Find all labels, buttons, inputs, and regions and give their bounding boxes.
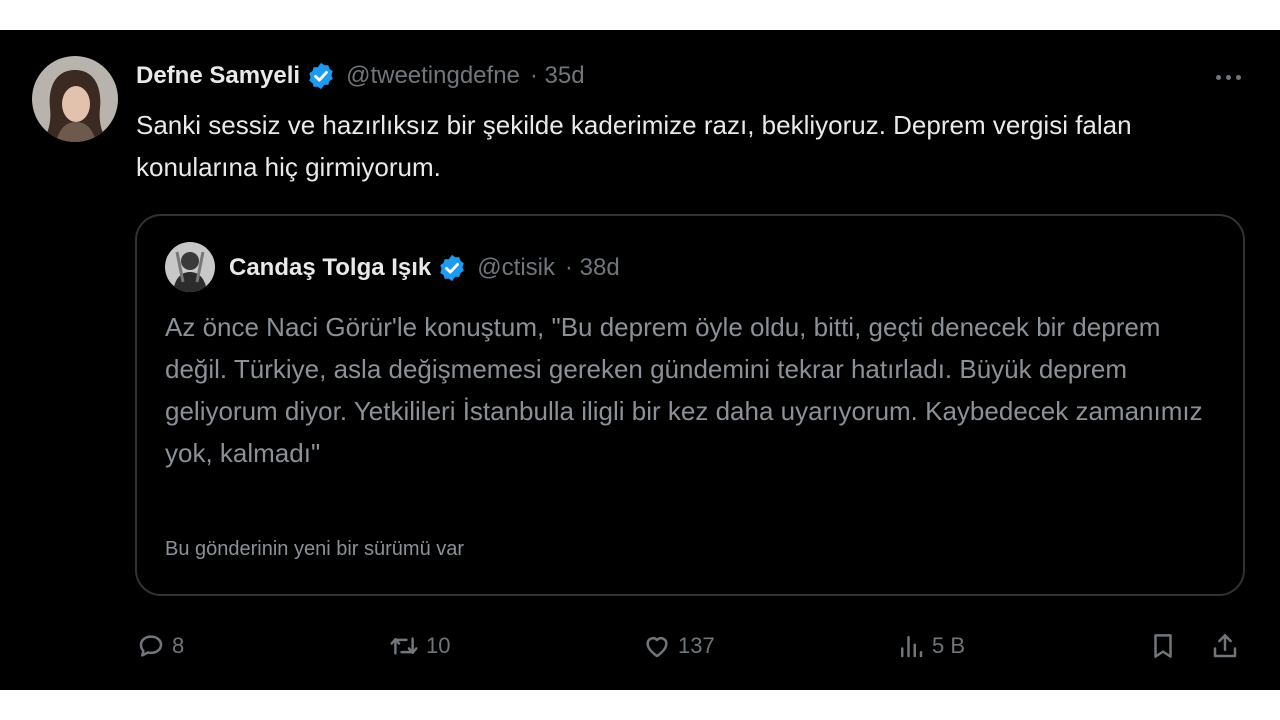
tweet-text: Sanki sessiz ve hazırlıksız bir şekilde … <box>136 110 1132 182</box>
verified-badge-icon <box>306 61 336 91</box>
quoted-author-avatar <box>165 242 215 292</box>
views-count: 5 B <box>932 633 966 658</box>
views-button[interactable]: 5 B <box>896 626 965 666</box>
repost-count: 10 <box>426 633 451 658</box>
bookmark-button[interactable] <box>1148 626 1178 666</box>
quoted-author-name[interactable]: Candaş Tolga Işık <box>229 254 431 282</box>
author-handle[interactable]: @tweetingdefne <box>346 62 520 90</box>
reply-button[interactable]: 8 <box>136 626 184 666</box>
new-version-note: Bu gönderinin yeni bir sürümü var <box>165 538 465 560</box>
share-button[interactable] <box>1210 626 1240 666</box>
like-button[interactable]: 137 <box>642 626 715 666</box>
repost-button[interactable]: 10 <box>388 626 450 666</box>
tweet-actions: 8 10 137 5 B <box>136 626 1250 666</box>
quoted-header: Candaş Tolga Işık @ctisik · 38d <box>229 250 620 286</box>
tweet-header: Defne Samyeli @tweetingdefne · 35d <box>136 58 585 94</box>
more-options-icon[interactable] <box>1206 62 1250 92</box>
verified-badge-icon <box>437 253 467 283</box>
quoted-author-handle: @ctisik <box>477 254 555 281</box>
like-count: 137 <box>678 633 715 658</box>
author-name[interactable]: Defne Samyeli <box>136 62 300 90</box>
like-icon <box>642 631 672 661</box>
reply-count: 8 <box>172 633 185 658</box>
author-avatar[interactable] <box>32 56 118 142</box>
repost-icon <box>388 631 420 661</box>
views-icon <box>896 631 926 661</box>
quoted-tweet-text: Az önce Naci Görür'le konuştum, "Bu depr… <box>165 312 1203 468</box>
share-icon <box>1210 631 1240 661</box>
bookmark-icon <box>1148 631 1178 661</box>
quoted-tweet[interactable]: Candaş Tolga Işık @ctisik · 38d Az önce … <box>135 214 1245 596</box>
reply-icon <box>136 631 166 661</box>
quoted-tweet-age: · 38d <box>564 254 620 281</box>
tweet-age[interactable]: · 35d <box>530 62 585 90</box>
